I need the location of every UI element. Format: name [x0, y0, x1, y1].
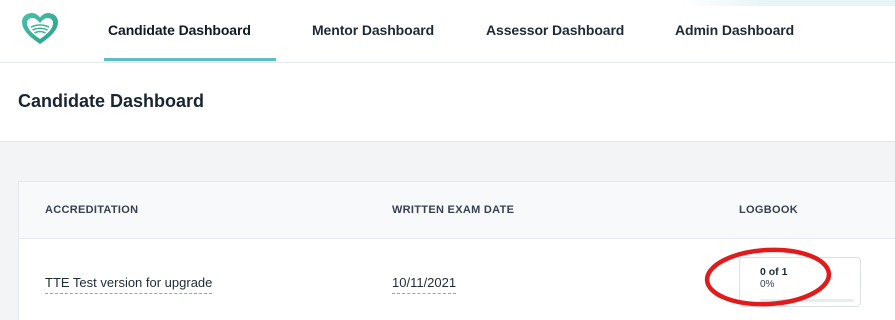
heart-logo-icon[interactable]: [20, 10, 60, 50]
column-header-logbook: LOGBOOK: [739, 204, 798, 216]
red-annotation-circle: [704, 247, 832, 307]
active-tab-indicator: [104, 58, 276, 61]
table-header: ACCREDITATION WRITTEN EXAM DATE LOGBOOK: [19, 182, 895, 239]
written-exam-date[interactable]: 10/11/2021: [392, 275, 457, 294]
column-header-written-exam-date: WRITTEN EXAM DATE: [392, 204, 515, 216]
tab-assessor-dashboard[interactable]: Assessor Dashboard: [486, 22, 624, 38]
tab-mentor-dashboard[interactable]: Mentor Dashboard: [312, 22, 434, 38]
top-navigation: Candidate Dashboard Mentor Dashboard Ass…: [0, 0, 895, 63]
tab-candidate-dashboard[interactable]: Candidate Dashboard: [108, 22, 251, 38]
top-accent-bar: [680, 0, 895, 6]
tab-admin-dashboard[interactable]: Admin Dashboard: [675, 22, 794, 38]
page-title: Candidate Dashboard: [18, 91, 205, 111]
accreditation-link[interactable]: TTE Test version for upgrade: [45, 275, 213, 294]
column-header-accreditation: ACCREDITATION: [45, 204, 139, 216]
